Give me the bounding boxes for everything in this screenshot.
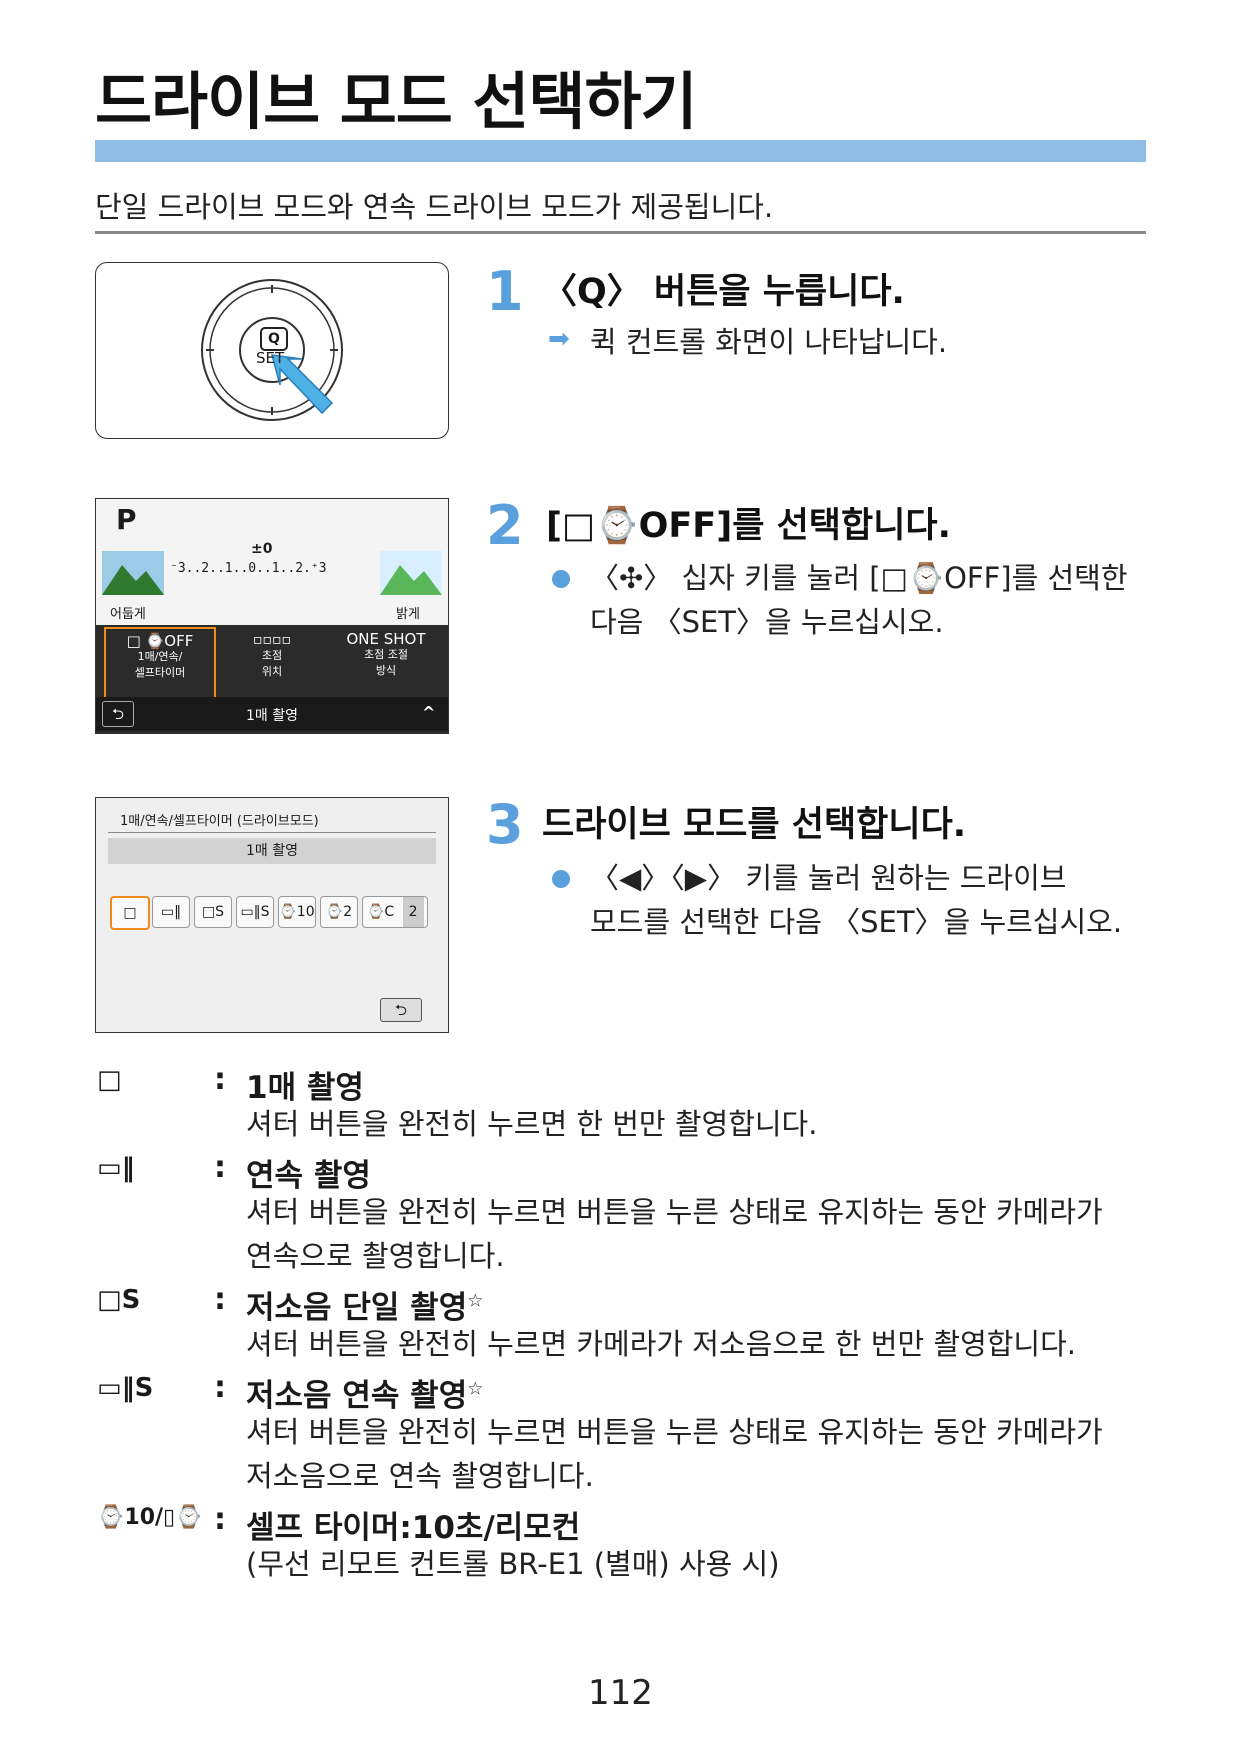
continuous-icon: ▭‖ [97,1153,135,1183]
mode-title: 연속 촬영 [246,1158,371,1194]
bullet-icon [552,870,570,892]
mode-title-text: 저소음 연속 촬영 [246,1378,468,1414]
af-operation-value: ONE SHOT [346,630,426,648]
result-arrow-icon: ➡ [548,324,570,354]
continuous-icon[interactable]: ▭‖ [152,896,190,928]
silent-single-icon: □S [97,1285,141,1315]
set-label: SET [256,349,285,367]
caret-up-icon: ^ [422,703,436,722]
self-timer-continuous-icon[interactable]: ⌚C 2 [362,896,428,928]
silent-single-icon[interactable]: □S [194,896,232,928]
silent-continuous-icon[interactable]: ▭‖S [236,896,274,928]
step-number: 3 [486,793,524,856]
step-text: 〈✣〉 십자 키를 눌러 [□⌚OFF]를 선택한 [590,561,1128,595]
shot-count[interactable]: 2 [402,897,424,927]
mode-title: 셀프 타이머:10초/리모컨 [246,1510,581,1546]
colon: : [214,1150,226,1185]
step-number: 2 [486,494,524,557]
cell-label: 1매/연속/ [137,650,183,663]
colon: : [214,1062,226,1097]
self-timer-2-icon[interactable]: ⌚2 [320,896,358,928]
drive-mode-cell[interactable]: □ ⌚OFF 1매/연속/ 셀프타이머 [104,627,216,699]
mode-title: 저소음 단일 촬영☆ [246,1282,483,1327]
af-operation-cell[interactable]: ONE SHOT 초점 조절 방식 [332,627,440,695]
back-button[interactable]: ⮌ [380,998,422,1022]
cell-label: 위치 [261,665,283,678]
divider [95,231,1146,234]
dark-landscape-icon [102,551,164,595]
exposure-scale: ⁻3..2..1..0..1..2.⁺3 [170,561,327,576]
back-button[interactable]: ⮌ [102,701,134,727]
star-icon: ☆ [467,1290,484,1312]
mode-title-text: 저소음 단일 촬영 [246,1290,468,1326]
self-timer-c-icon: ⌚C [367,904,395,920]
mode-title: 1매 촬영 [246,1070,364,1106]
step-heading: 드라이브 모드를 선택합니다. [542,805,967,845]
step-number: 1 [486,260,524,323]
mode-desc: (무선 리모트 컨트롤 BR-E1 (별매) 사용 시) [246,1547,780,1581]
q-icon: Q [260,327,288,351]
title-underline-bar [95,140,1146,162]
mode-desc: 셔터 버튼을 완전히 누르면 버튼을 누른 상태로 유지하는 동안 카메라가 [246,1195,1103,1229]
af-point-cell[interactable]: ▫▫▫▫ 초점 위치 [218,627,326,695]
mode-desc: 셔터 버튼을 완전히 누르면 카메라가 저소음으로 한 번만 촬영합니다. [246,1327,1077,1361]
step-text: 퀵 컨트롤 화면이 나타납니다. [590,325,948,359]
bullet-icon [552,570,570,592]
mode-desc: 셔터 버튼을 완전히 누르면 한 번만 촬영합니다. [246,1107,818,1141]
exposure-comp-value: ±0 [251,541,273,557]
mode-desc: 연속으로 촬영합니다. [246,1239,505,1273]
step-text: 〈◀〉〈▶〉 키를 눌러 원하는 드라이브 [590,861,1067,895]
mode-desc: 셔터 버튼을 완전히 누르면 버튼을 누른 상태로 유지하는 동안 카메라가 [246,1415,1103,1449]
drive-mode-icon: □ ⌚OFF [126,632,194,650]
cell-label: 초점 [261,649,283,662]
quick-control-screen: P ±0 ⁻3..2..1..0..1..2.⁺3 어둡게 밝게 □ ⌚OFF … [95,498,449,734]
colon: : [214,1502,226,1537]
silent-continuous-icon: ▭‖S [97,1373,154,1403]
star-icon: ☆ [467,1378,484,1400]
cell-label: 셀프타이머 [134,666,186,679]
screen-header: 1매/연속/셀프타이머 (드라이브모드) [120,814,319,829]
step-text: 모드를 선택한 다음 〈SET〉을 누르십시오. [590,905,1123,939]
self-timer-icon: ⌚10/▯⌚ [97,1505,203,1530]
cell-label: 방식 [375,664,397,677]
step-heading: 〈Q〉 버튼을 누릅니다. [542,272,905,312]
shooting-mode: P [116,503,137,536]
page-number: 112 [588,1673,653,1713]
drive-mode-screen: 1매/연속/셀프타이머 (드라이브모드) 1매 촬영 □ ▭‖ □S ▭‖S ⌚… [95,797,449,1033]
bright-landscape-icon [380,551,442,595]
step-heading: [□⌚OFF]를 선택합니다. [546,506,951,546]
colon: : [214,1370,226,1405]
darker-label: 어둡게 [110,607,146,622]
cell-label: 초점 조절 [364,648,408,661]
mode-desc: 저소음으로 연속 촬영합니다. [246,1459,594,1493]
single-shot-icon[interactable]: □ [110,896,150,930]
af-point-icon: ▫▫▫▫ [253,632,291,648]
selected-drive-label: 1매 촬영 [246,708,298,724]
colon: : [214,1282,226,1317]
self-timer-10-icon[interactable]: ⌚10 [278,896,316,928]
header-divider [108,832,436,833]
brighter-label: 밝게 [396,607,420,622]
selected-mode-label: 1매 촬영 [108,838,436,864]
step-text: 다음 〈SET〉을 누르십시오. [590,605,944,639]
single-shot-icon: □ [97,1065,122,1095]
page-title: 드라이브 모드 선택하기 [95,65,698,138]
q-button-illustration: Q SET [95,262,449,439]
mode-title: 저소음 연속 촬영☆ [246,1370,483,1415]
intro-text: 단일 드라이브 모드와 연속 드라이브 모드가 제공됩니다. [95,190,774,224]
